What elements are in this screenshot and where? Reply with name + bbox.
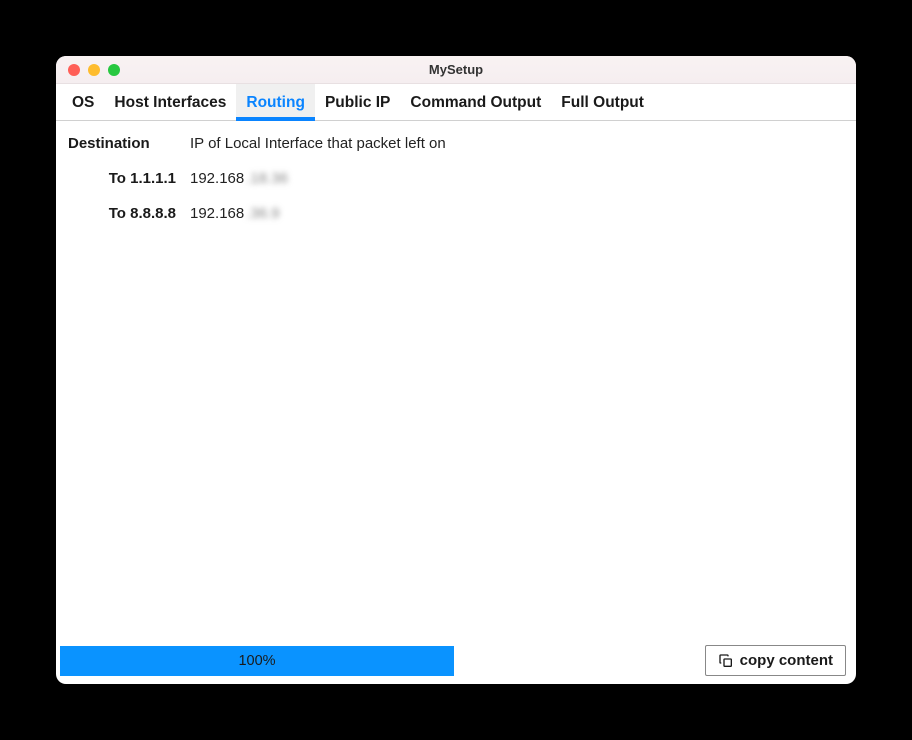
footer: 100% copy content bbox=[56, 641, 856, 684]
ip-suffix-blurred: .18.36 bbox=[246, 170, 288, 187]
routing-row-label: To 8.8.8.8 bbox=[68, 205, 176, 240]
column-header-local-ip: IP of Local Interface that packet left o… bbox=[190, 135, 844, 170]
ip-suffix-blurred: .36.9 bbox=[246, 205, 279, 222]
tab-host-interfaces[interactable]: Host Interfaces bbox=[104, 84, 236, 120]
tab-routing[interactable]: Routing bbox=[236, 84, 315, 120]
routing-table: Destination IP of Local Interface that p… bbox=[68, 135, 844, 240]
ip-prefix: 192.168 bbox=[190, 205, 244, 222]
traffic-lights bbox=[56, 64, 120, 76]
tab-bar: OS Host Interfaces Routing Public IP Com… bbox=[56, 84, 856, 121]
app-window: MySetup OS Host Interfaces Routing Publi… bbox=[56, 56, 856, 684]
routing-row-value: 192.168 .36.9 bbox=[190, 205, 844, 240]
copy-icon bbox=[718, 653, 734, 669]
copy-content-button[interactable]: copy content bbox=[705, 645, 846, 676]
tab-command-output[interactable]: Command Output bbox=[400, 84, 551, 120]
ip-prefix: 192.168 bbox=[190, 170, 244, 187]
maximize-window-button[interactable] bbox=[108, 64, 120, 76]
progress-bar: 100% bbox=[60, 646, 454, 676]
tab-full-output[interactable]: Full Output bbox=[551, 84, 654, 120]
content-area: Destination IP of Local Interface that p… bbox=[56, 121, 856, 641]
tab-public-ip[interactable]: Public IP bbox=[315, 84, 400, 120]
routing-row-value: 192.168 .18.36 bbox=[190, 170, 844, 205]
progress-text: 100% bbox=[238, 653, 275, 669]
window-title: MySetup bbox=[56, 62, 856, 77]
column-header-destination: Destination bbox=[68, 135, 176, 170]
close-window-button[interactable] bbox=[68, 64, 80, 76]
tab-os[interactable]: OS bbox=[62, 84, 104, 120]
copy-content-label: copy content bbox=[740, 652, 833, 669]
routing-row-label: To 1.1.1.1 bbox=[68, 170, 176, 205]
minimize-window-button[interactable] bbox=[88, 64, 100, 76]
titlebar: MySetup bbox=[56, 56, 856, 84]
